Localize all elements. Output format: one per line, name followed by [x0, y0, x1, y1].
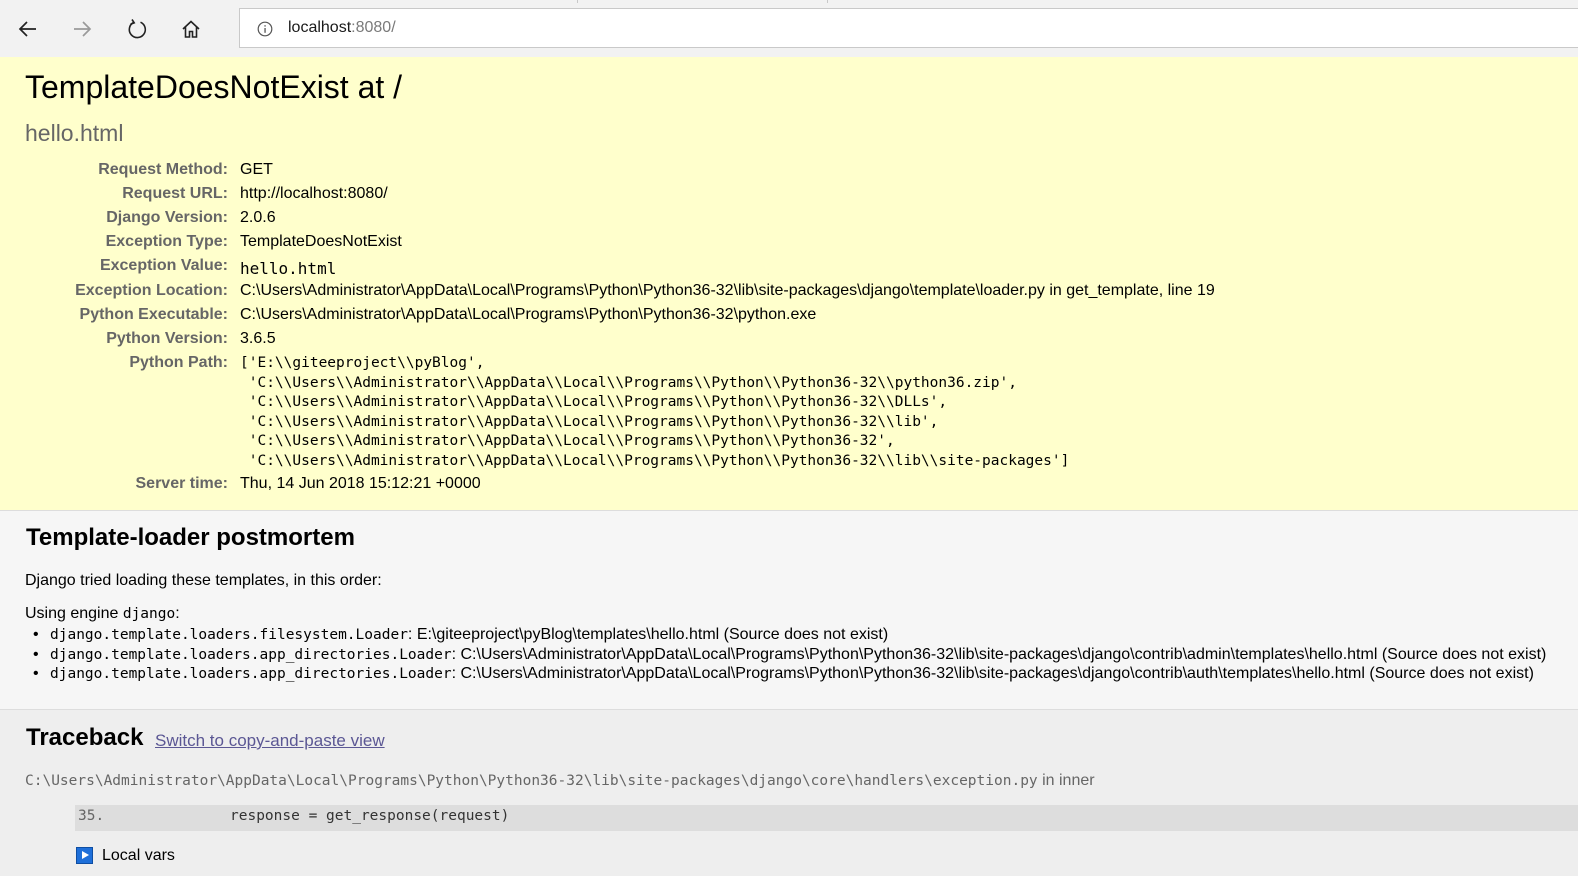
python-path-entry: 'C:\\Users\\Administrator\\AppData\\Loca…	[240, 374, 1017, 391]
meta-key: Request Method:	[98, 161, 228, 178]
meta-row: Exception Value: hello.html	[0, 257, 1578, 279]
meta-key: Python Executable:	[79, 306, 228, 323]
engine-line: Using engine django:	[25, 605, 180, 623]
meta-key: Python Version:	[106, 330, 228, 347]
meta-key: Server time:	[135, 475, 229, 492]
loader-detail: : C:\Users\Administrator\AppData\Local\P…	[451, 645, 1547, 663]
meta-row: Python Path: ['E:\\giteeproject\\pyBlog'…	[0, 354, 1578, 472]
meta-row: Exception Location: C:\Users\Administrat…	[0, 282, 1578, 304]
python-path-entry: 'C:\\Users\\Administrator\\AppData\\Loca…	[240, 452, 1070, 469]
address-bar[interactable]: localhost:8080/	[239, 8, 1578, 48]
tab-strip	[0, 0, 1578, 6]
refresh-button[interactable]	[117, 10, 157, 48]
loader-name: django.template.loaders.filesystem.Loade…	[50, 627, 408, 643]
loader-name: django.template.loaders.app_directories.…	[50, 666, 452, 683]
loader-name: django.template.loaders.app_directories.…	[50, 646, 452, 663]
line-code: response = get_response(request)	[230, 808, 510, 824]
browser-toolbar: localhost:8080/	[0, 0, 1578, 58]
meta-row: Django Version: 2.0.6	[0, 209, 1578, 231]
back-button[interactable]	[8, 10, 48, 48]
meta-value: 2.0.6	[240, 209, 276, 226]
meta-value: GET	[240, 161, 273, 178]
page-title: TemplateDoesNotExist at /	[25, 69, 403, 105]
python-path-entry: 'C:\\Users\\Administrator\\AppData\\Loca…	[240, 433, 895, 450]
meta-value: 3.6.5	[240, 330, 276, 347]
traceback-heading: Traceback	[26, 724, 144, 751]
meta-row: Python Version: 3.6.5	[0, 330, 1578, 352]
forward-arrow-icon	[74, 21, 92, 37]
meta-value: http://localhost:8080/	[240, 185, 388, 202]
meta-value: Thu, 14 Jun 2018 15:12:21 +0000	[240, 475, 481, 492]
loader-item: django.template.loaders.filesystem.Loade…	[25, 625, 1546, 645]
meta-value: C:\Users\Administrator\AppData\Local\Pro…	[240, 306, 817, 323]
back-arrow-icon	[18, 21, 36, 37]
engine-name: django	[122, 606, 176, 622]
home-icon	[182, 20, 200, 38]
frame-function: inner	[1059, 772, 1095, 789]
python-path-entry: 'C:\\Users\\Administrator\\AppData\\Loca…	[240, 394, 948, 411]
meta-row: Request URL: http://localhost:8080/	[0, 185, 1578, 207]
exception-value-heading: hello.html	[25, 120, 124, 146]
postmortem-heading: Template-loader postmortem	[26, 524, 355, 551]
template-loader-postmortem: Template-loader postmortem Django tried …	[0, 511, 1578, 710]
loader-detail: : E:\giteeproject\pyBlog\templates\hello…	[407, 626, 889, 643]
meta-row: Exception Type: TemplateDoesNotExist	[0, 233, 1578, 255]
meta-row: Server time: Thu, 14 Jun 2018 15:12:21 +…	[0, 475, 1578, 497]
meta-value: TemplateDoesNotExist	[240, 233, 402, 250]
loader-item: django.template.loaders.app_directories.…	[25, 645, 1546, 665]
python-path-list: ['E:\\giteeproject\\pyBlog', 'C:\\Users\…	[240, 354, 1069, 472]
meta-row: Python Executable: C:\Users\Administrato…	[0, 306, 1578, 328]
frame-filename: C:\Users\Administrator\AppData\Local\Pro…	[25, 772, 1095, 790]
meta-row: Request Method: GET	[0, 161, 1578, 183]
loader-item: django.template.loaders.app_directories.…	[25, 664, 1546, 684]
error-summary: TemplateDoesNotExist at / hello.html Req…	[0, 57, 1578, 511]
url-text[interactable]: localhost:8080/	[288, 19, 396, 37]
expand-arrow-icon[interactable]	[76, 847, 93, 864]
frame-path: C:\Users\Administrator\AppData\Local\Pro…	[25, 773, 1038, 789]
engine-prefix: Using engine	[25, 605, 123, 622]
python-path-entry: ['E:\\giteeproject\\pyBlog',	[240, 355, 485, 371]
meta-value: C:\Users\Administrator\AppData\Local\Pro…	[240, 282, 1215, 299]
python-path-entry: 'C:\\Users\\Administrator\\AppData\\Loca…	[240, 413, 939, 430]
forward-button[interactable]	[62, 10, 102, 48]
line-number: 35.	[78, 808, 105, 824]
home-button[interactable]	[171, 10, 211, 48]
meta-key: Django Version:	[106, 209, 228, 226]
postmortem-intro: Django tried loading these templates, in…	[25, 572, 382, 589]
traceback-section: Traceback Switch to copy-and-paste view …	[0, 710, 1578, 876]
refresh-icon	[128, 19, 147, 39]
meta-key: Exception Value:	[99, 257, 228, 274]
context-line[interactable]: 35. response = get_response(request)	[75, 805, 1578, 831]
meta-key: Python Path:	[129, 354, 228, 371]
loader-detail: : C:\Users\Administrator\AppData\Local\P…	[451, 665, 1534, 683]
frame-in: in	[1037, 772, 1059, 789]
meta-key: Exception Type:	[105, 233, 228, 250]
meta-value: hello.html	[240, 259, 337, 278]
meta-key: Exception Location:	[75, 282, 228, 299]
local-vars-label: Local vars	[102, 847, 175, 864]
loader-list: django.template.loaders.filesystem.Loade…	[25, 625, 1546, 684]
copy-paste-view-link[interactable]: Switch to copy-and-paste view	[155, 731, 385, 751]
engine-suffix: :	[175, 605, 180, 622]
meta-key: Request URL:	[122, 185, 228, 202]
url-path: :8080/	[351, 19, 396, 36]
url-host: localhost	[288, 19, 352, 36]
info-icon[interactable]	[257, 21, 273, 37]
